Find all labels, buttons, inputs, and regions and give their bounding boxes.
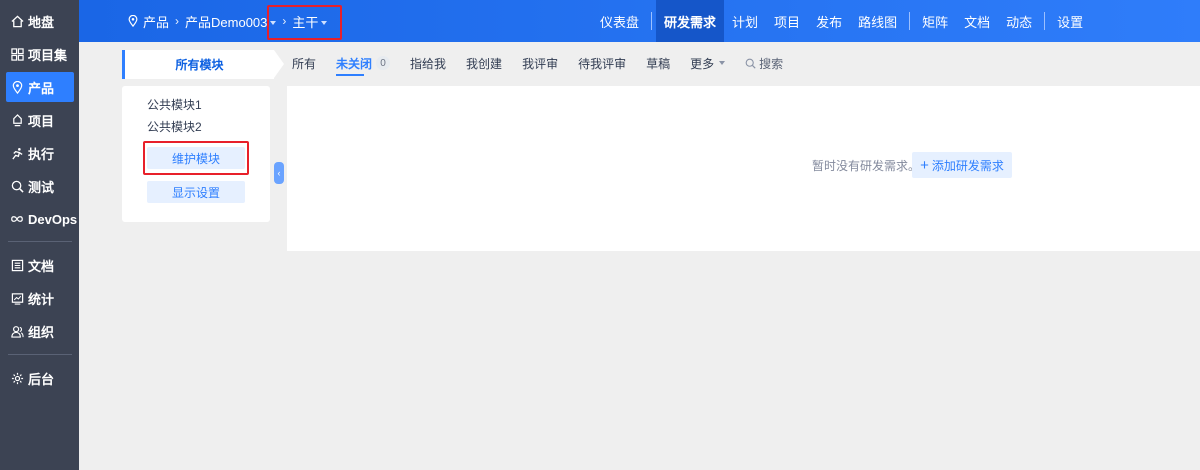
search-label: 搜索 bbox=[759, 56, 784, 71]
sidebar-item-label: 执行 bbox=[28, 146, 55, 162]
topnav-dashboard[interactable]: 仪表盘 bbox=[592, 0, 647, 42]
sidebar-divider bbox=[8, 354, 72, 355]
topnav-matrix[interactable]: 矩阵 bbox=[914, 0, 956, 42]
sidebar-item-dashboard[interactable]: 地盘 bbox=[0, 6, 79, 36]
sidebar-item-label: 统计 bbox=[28, 291, 55, 307]
sidebar-divider bbox=[8, 241, 72, 242]
breadcrumb-product[interactable]: 产品Demo003 bbox=[185, 12, 277, 31]
execution-run-icon bbox=[10, 146, 24, 160]
branch-highlight-box bbox=[267, 5, 342, 40]
module-item[interactable]: 公共模块1 bbox=[147, 96, 202, 113]
topnav-doc[interactable]: 文档 bbox=[956, 0, 998, 42]
top-nav: 仪表盘 研发需求 计划 项目 发布 路线图 矩阵 文档 动态 设置 bbox=[592, 0, 1091, 42]
add-story-label: 添加研发需求 bbox=[931, 158, 1004, 173]
plus-icon: + bbox=[920, 156, 929, 174]
topnav-release[interactable]: 发布 bbox=[808, 0, 850, 42]
main-sidebar: 地盘 项目集 产品 项目 执行 测试 DevOps 文档 统计 组织 后台 bbox=[0, 0, 79, 470]
chevron-left-icon: ‹ bbox=[277, 168, 281, 178]
add-story-button[interactable]: + 添加研发需求 bbox=[912, 152, 1012, 178]
topnav-divider bbox=[1044, 12, 1046, 30]
chevron-down-icon bbox=[719, 61, 726, 65]
stats-icon bbox=[10, 291, 24, 305]
topnav-divider bbox=[651, 12, 653, 30]
sidebar-item-project[interactable]: 项目 bbox=[0, 105, 79, 135]
breadcrumb-pin-icon bbox=[127, 15, 139, 27]
sidebar-item-label: 项目 bbox=[28, 113, 55, 129]
sidebar-item-label: DevOps bbox=[28, 211, 78, 227]
sidebar-item-label: 测试 bbox=[28, 179, 55, 195]
sidebar-item-org[interactable]: 组织 bbox=[0, 316, 79, 346]
program-grid-icon bbox=[10, 47, 24, 61]
admin-gear-icon bbox=[10, 371, 24, 385]
search-button[interactable]: 搜索 bbox=[745, 50, 783, 76]
chevron-right-icon: › bbox=[175, 14, 180, 28]
breadcrumb-root[interactable]: 产品 bbox=[143, 12, 169, 31]
topnav-settings[interactable]: 设置 bbox=[1049, 0, 1091, 42]
tab-created-by-me[interactable]: 我创建 bbox=[466, 50, 502, 76]
module-tree-panel: 公共模块1 公共模块2 维护模块 显示设置 bbox=[122, 86, 270, 222]
sidebar-item-label: 地盘 bbox=[28, 14, 55, 30]
sidebar-item-program[interactable]: 项目集 bbox=[0, 39, 79, 69]
product-pin-icon bbox=[10, 80, 24, 94]
sidebar-item-devops[interactable]: DevOps bbox=[0, 204, 79, 234]
maintain-highlight-box bbox=[143, 141, 249, 175]
topnav-dynamic[interactable]: 动态 bbox=[998, 0, 1040, 42]
story-list-panel: 暂时没有研发需求。 + 添加研发需求 bbox=[287, 86, 1200, 251]
tab-all[interactable]: 所有 bbox=[292, 50, 316, 76]
all-modules-header[interactable]: 所有模块 bbox=[122, 50, 284, 79]
search-icon bbox=[745, 58, 756, 69]
sidebar-item-label: 文档 bbox=[28, 258, 55, 274]
sidebar-item-doc[interactable]: 文档 bbox=[0, 250, 79, 280]
tab-draft[interactable]: 草稿 bbox=[646, 50, 670, 76]
sidebar-item-admin[interactable]: 后台 bbox=[0, 363, 79, 393]
tab-more[interactable]: 更多 bbox=[690, 50, 726, 76]
topnav-project[interactable]: 项目 bbox=[766, 0, 808, 42]
sidebar-item-product[interactable]: 产品 bbox=[6, 72, 74, 102]
topnav-story[interactable]: 研发需求 bbox=[656, 0, 725, 42]
top-header: 产品 › 产品Demo003 › 主干 仪表盘 研发需求 计划 项目 发布 路线… bbox=[79, 0, 1200, 42]
empty-state-text: 暂时没有研发需求。 bbox=[812, 159, 921, 173]
doc-icon bbox=[10, 258, 24, 272]
tab-unclosed-label: 未关闭 bbox=[336, 56, 373, 71]
sidebar-item-label: 后台 bbox=[28, 371, 55, 387]
topnav-plan[interactable]: 计划 bbox=[724, 0, 766, 42]
sidebar-item-test[interactable]: 测试 bbox=[0, 171, 79, 201]
topnav-divider bbox=[909, 12, 911, 30]
tab-assigned-to-me[interactable]: 指给我 bbox=[410, 50, 446, 76]
tab-reviewed-by-me[interactable]: 我评审 bbox=[522, 50, 558, 76]
breadcrumb-product-label: 产品Demo003 bbox=[185, 14, 268, 30]
count-badge: 0 bbox=[376, 56, 391, 70]
tab-more-label: 更多 bbox=[690, 56, 715, 71]
home-icon bbox=[10, 14, 24, 28]
filter-tabs: 所有 未关闭 0 指给我 我创建 我评审 待我评审 草稿 更多 搜索 bbox=[292, 50, 803, 76]
sidebar-item-execution[interactable]: 执行 bbox=[0, 138, 79, 168]
test-search-icon bbox=[10, 179, 24, 193]
display-settings-button[interactable]: 显示设置 bbox=[147, 181, 245, 203]
org-users-icon bbox=[10, 324, 24, 338]
collapse-sidebar-handle[interactable]: ‹ bbox=[274, 162, 284, 184]
sidebar-item-label: 项目集 bbox=[28, 47, 68, 63]
sidebar-item-stats[interactable]: 统计 bbox=[0, 283, 79, 313]
sidebar-item-label: 产品 bbox=[28, 80, 55, 96]
topnav-roadmap[interactable]: 路线图 bbox=[850, 0, 905, 42]
devops-infinity-icon bbox=[10, 212, 24, 226]
tab-to-review[interactable]: 待我评审 bbox=[578, 50, 626, 76]
tab-unclosed[interactable]: 未关闭 0 bbox=[336, 50, 391, 76]
sidebar-item-label: 组织 bbox=[28, 324, 55, 340]
module-item[interactable]: 公共模块2 bbox=[147, 118, 202, 135]
project-icon bbox=[10, 113, 24, 127]
